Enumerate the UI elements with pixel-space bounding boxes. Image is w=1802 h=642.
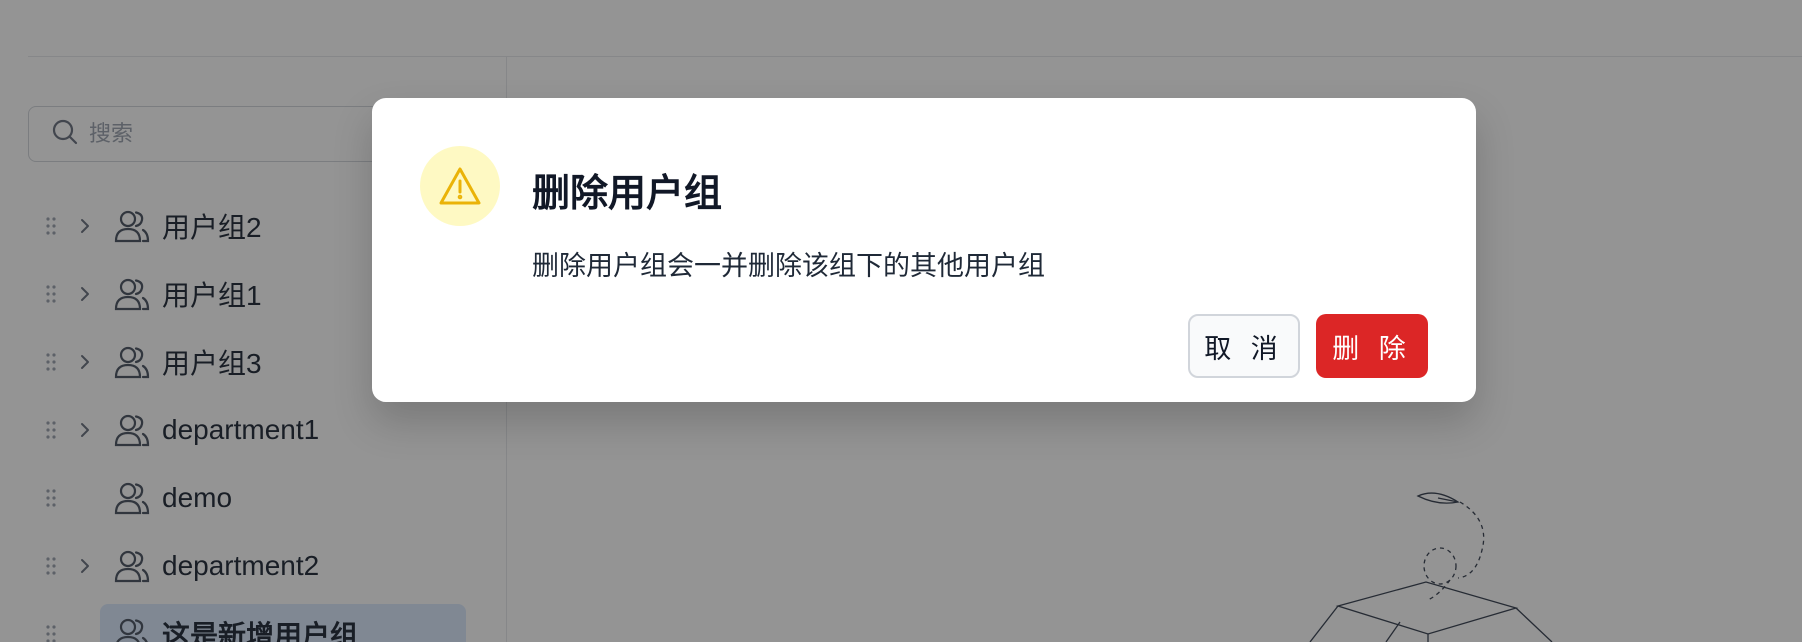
cancel-button[interactable]: 取 消 [1188, 314, 1300, 378]
dialog-title: 删除用户组 [532, 173, 723, 215]
delete-confirm-dialog: 删除用户组 删除用户组会一并删除该组下的其他用户组 取 消 删 除 [372, 98, 1476, 402]
warning-icon [439, 167, 481, 205]
delete-button[interactable]: 删 除 [1316, 314, 1428, 378]
warning-icon-badge [420, 146, 500, 226]
dialog-message: 删除用户组会一并删除该组下的其他用户组 [532, 251, 1045, 281]
